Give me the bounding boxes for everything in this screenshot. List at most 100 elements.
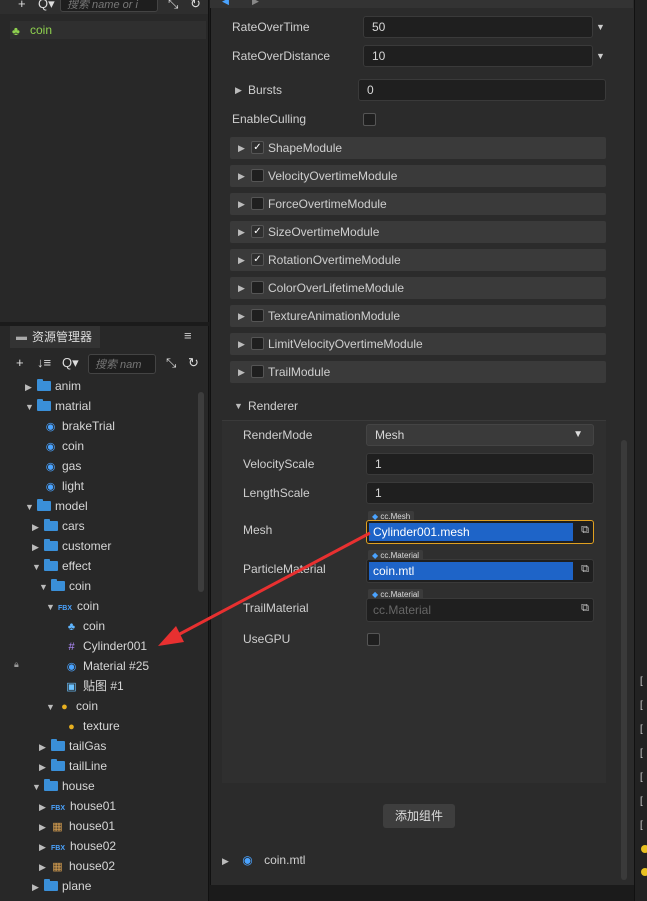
tree-item[interactable]: ▼ house bbox=[32, 776, 95, 796]
collapsed-arrow-icon[interactable]: ▶ bbox=[39, 797, 51, 817]
expand-icon[interactable]: ▶ bbox=[238, 249, 245, 271]
collapsed-arrow-icon[interactable]: ▶ bbox=[39, 857, 51, 877]
mesh-field[interactable]: Cylinder001.mesh ⧉ bbox=[366, 520, 594, 544]
refresh-icon[interactable]: ↻ bbox=[188, 356, 199, 370]
module-checkbox[interactable]: ✓ bbox=[251, 141, 264, 154]
expand-icon[interactable]: ▶ bbox=[238, 361, 245, 383]
pick-asset-icon[interactable]: ⧉ bbox=[581, 602, 589, 615]
particle-material-field[interactable]: coin.mtl ⧉ bbox=[366, 559, 594, 583]
rate-over-time-input[interactable]: 50 bbox=[363, 16, 593, 38]
use-gpu-checkbox[interactable] bbox=[367, 633, 380, 646]
tree-item[interactable]: ▶ customer bbox=[32, 536, 111, 556]
module-row[interactable]: ▶ ✓ RotationOvertimeModule bbox=[230, 249, 606, 271]
bursts-input[interactable]: 0 bbox=[358, 79, 606, 101]
module-row[interactable]: ▶ ForceOvertimeModule bbox=[230, 193, 606, 215]
expand-icon[interactable]: ▶ bbox=[238, 333, 245, 355]
expand-icon[interactable]: ▶ bbox=[238, 221, 245, 243]
module-checkbox[interactable]: ✓ bbox=[251, 253, 264, 266]
module-row[interactable]: ▶ ColorOverLifetimeModule bbox=[230, 277, 606, 299]
tree-item[interactable]: ▶ ▦ house01 bbox=[39, 816, 115, 836]
material-footer-row[interactable]: ▶ ◉ coin.mtl bbox=[222, 850, 305, 870]
assets-tab[interactable]: ▬ 资源管理器 bbox=[10, 326, 100, 348]
collapsed-arrow-icon[interactable]: ▶ bbox=[32, 517, 44, 537]
expand-icon[interactable]: ▶ bbox=[238, 193, 245, 215]
tree-item[interactable]: ♣ coin bbox=[53, 616, 105, 636]
pick-asset-icon[interactable]: ⧉ bbox=[581, 524, 589, 537]
module-row[interactable]: ▶ TrailModule bbox=[230, 361, 606, 383]
collapse-icon[interactable]: ⤡ bbox=[166, 356, 176, 370]
refresh-icon[interactable]: ↻ bbox=[190, 0, 201, 11]
expanded-arrow-icon[interactable]: ▼ bbox=[46, 697, 58, 717]
collapse-icon[interactable]: ⤡ bbox=[168, 0, 178, 11]
tree-item[interactable]: ▶ FBX house01 bbox=[39, 796, 116, 816]
expanded-arrow-icon[interactable]: ▼ bbox=[46, 597, 58, 617]
spin-down-icon[interactable]: ▼ bbox=[596, 51, 605, 61]
tree-item[interactable]: # Cylinder001 bbox=[53, 636, 147, 656]
collapsed-arrow-icon[interactable]: ▶ bbox=[39, 837, 51, 857]
tree-item[interactable]: ▶ tailGas bbox=[39, 736, 106, 756]
expand-icon[interactable]: ▶ bbox=[238, 305, 245, 327]
module-checkbox[interactable] bbox=[251, 281, 264, 294]
tree-item[interactable]: ▼ model bbox=[25, 496, 88, 516]
tree-item[interactable]: ▶ FBX house02 bbox=[39, 836, 116, 856]
expand-icon[interactable]: ▶ bbox=[238, 277, 245, 299]
tree-item[interactable]: ◉ light bbox=[32, 476, 84, 496]
expanded-arrow-icon[interactable]: ▼ bbox=[32, 557, 44, 577]
trail-material-field[interactable]: cc.Material ⧉ bbox=[366, 598, 594, 622]
tree-item[interactable]: ▼ FBX coin bbox=[46, 596, 99, 616]
length-scale-input[interactable]: 1 bbox=[366, 482, 594, 504]
tree-item[interactable]: ▶ ▦ house02 bbox=[39, 856, 115, 876]
rate-over-distance-input[interactable]: 10 bbox=[363, 45, 593, 67]
tree-item[interactable]: ▶ anim bbox=[25, 376, 81, 396]
expanded-arrow-icon[interactable]: ▼ bbox=[25, 397, 37, 417]
pick-asset-icon[interactable]: ⧉ bbox=[581, 563, 589, 576]
tree-item[interactable]: ◉ brakeTrial bbox=[32, 416, 115, 436]
expand-icon[interactable]: ▶ bbox=[238, 137, 245, 159]
renderer-collapse-icon[interactable]: ▼ bbox=[234, 396, 243, 416]
assets-scrollbar[interactable] bbox=[198, 392, 204, 592]
module-checkbox[interactable]: ✓ bbox=[251, 225, 264, 238]
tree-item[interactable]: ▼ effect bbox=[32, 556, 91, 576]
render-mode-select[interactable]: Mesh ▼ bbox=[366, 424, 594, 446]
module-checkbox[interactable] bbox=[251, 309, 264, 322]
module-row[interactable]: ▶ ✓ SizeOvertimeModule bbox=[230, 221, 606, 243]
expanded-arrow-icon[interactable]: ▼ bbox=[39, 577, 51, 597]
tree-item[interactable]: ● texture bbox=[53, 716, 120, 736]
add-component-button[interactable]: 添加组件 bbox=[383, 804, 455, 828]
module-row[interactable]: ▶ VelocityOvertimeModule bbox=[230, 165, 606, 187]
add-icon[interactable]: + bbox=[18, 0, 26, 11]
module-row[interactable]: ▶ TextureAnimationModule bbox=[230, 305, 606, 327]
tree-item[interactable]: ▼ matrial bbox=[25, 396, 91, 416]
module-row[interactable]: ▶ LimitVelocityOvertimeModule bbox=[230, 333, 606, 355]
expanded-arrow-icon[interactable]: ▼ bbox=[25, 497, 37, 517]
expanded-arrow-icon[interactable]: ▼ bbox=[32, 777, 44, 797]
hierarchy-search-input[interactable]: 搜索 name or i bbox=[60, 0, 158, 12]
module-checkbox[interactable] bbox=[251, 169, 264, 182]
search-type-icon[interactable]: Q▾ bbox=[62, 356, 79, 370]
tree-item[interactable]: ▼ coin bbox=[39, 576, 91, 596]
tree-item[interactable]: ▣ 贴图 #1 bbox=[53, 676, 123, 696]
collapsed-arrow-icon[interactable]: ▶ bbox=[39, 757, 51, 777]
bursts-expand-icon[interactable]: ▶ bbox=[235, 80, 242, 100]
tree-item[interactable]: ▶ plane bbox=[32, 876, 91, 896]
collapsed-arrow-icon[interactable]: ▶ bbox=[32, 537, 44, 557]
tree-item[interactable]: ◉ coin bbox=[32, 436, 84, 456]
collapsed-arrow-icon[interactable]: ▶ bbox=[25, 377, 37, 397]
enable-culling-checkbox[interactable] bbox=[363, 113, 376, 126]
collapsed-arrow-icon[interactable]: ▶ bbox=[32, 877, 44, 897]
velocity-scale-input[interactable]: 1 bbox=[366, 453, 594, 475]
module-checkbox[interactable] bbox=[251, 365, 264, 378]
inspector-scrollbar[interactable] bbox=[621, 440, 627, 880]
hierarchy-node-coin[interactable]: ♣ coin bbox=[10, 21, 206, 39]
tree-item[interactable]: ▶ cars bbox=[32, 516, 85, 536]
module-row[interactable]: ▶ ✓ ShapeModule bbox=[230, 137, 606, 159]
spin-down-icon[interactable]: ▼ bbox=[596, 22, 605, 32]
add-icon[interactable]: + bbox=[16, 356, 24, 370]
expand-icon[interactable]: ▶ bbox=[238, 165, 245, 187]
renderer-header[interactable]: Renderer bbox=[248, 396, 298, 416]
module-checkbox[interactable] bbox=[251, 197, 264, 210]
module-checkbox[interactable] bbox=[251, 337, 264, 350]
search-type-icon[interactable]: Q▾ bbox=[38, 0, 55, 11]
sort-icon[interactable]: ↓≡ bbox=[37, 356, 51, 370]
menu-icon[interactable]: ≡ bbox=[184, 328, 192, 343]
